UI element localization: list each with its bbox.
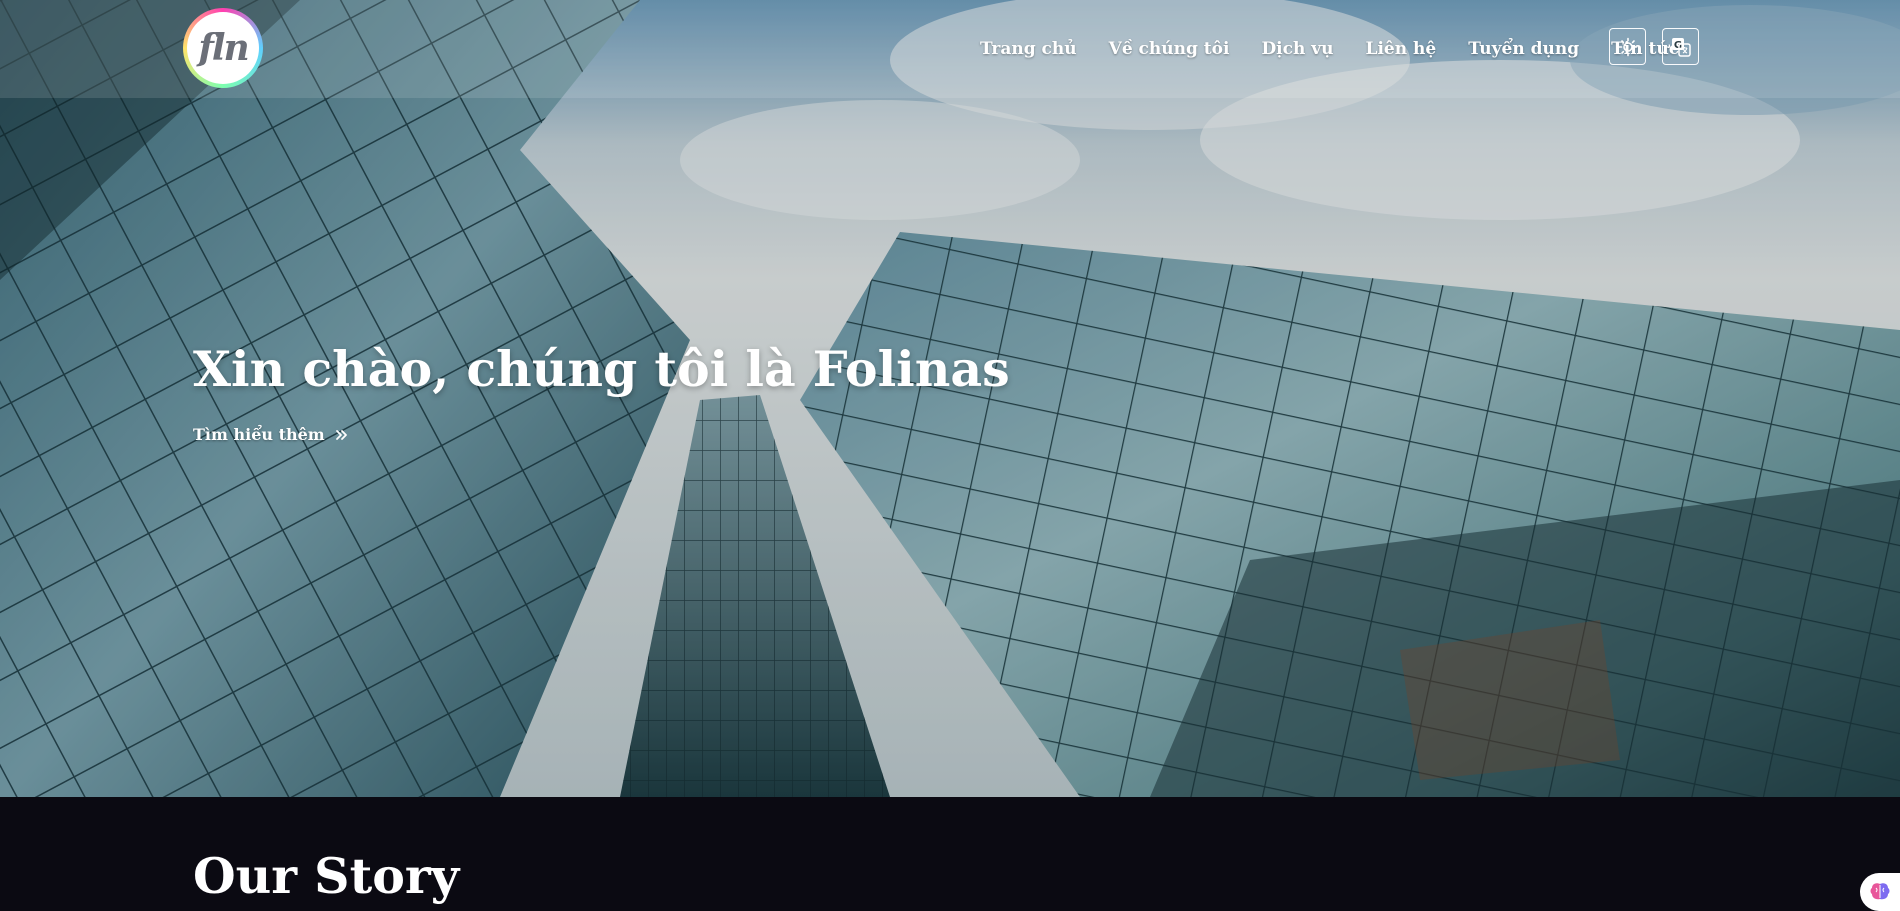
hero-title: Xin chào, chúng tôi là Folinas <box>193 340 1010 398</box>
learn-more-link[interactable]: Tìm hiểu thêm <box>193 425 349 444</box>
assistant-widget-button[interactable] <box>1860 873 1900 911</box>
story-heading: Our Story <box>193 847 460 905</box>
our-story-section: Our Story <box>0 797 1900 911</box>
learn-more-label: Tìm hiểu thêm <box>193 425 325 444</box>
page: fln Trang chủ Về chúng tôi Dịch vụ Liên … <box>0 0 1900 911</box>
nav-item-careers[interactable]: Tuyển dụng <box>1468 39 1579 59</box>
logo-text: fln <box>187 12 259 84</box>
svg-text:G: G <box>1673 40 1681 51</box>
main-nav: Trang chủ Về chúng tôi Dịch vụ Liên hệ T… <box>980 34 1711 64</box>
hero-section: fln Trang chủ Về chúng tôi Dịch vụ Liên … <box>0 0 1900 797</box>
language-button[interactable]: G <box>1662 28 1699 65</box>
translate-icon: G <box>1671 37 1691 57</box>
nav-item-about[interactable]: Về chúng tôi <box>1109 39 1230 59</box>
nav-item-contact[interactable]: Liên hệ <box>1366 39 1437 59</box>
double-chevron-right-icon <box>335 429 347 440</box>
theme-toggle-button[interactable] <box>1609 28 1646 65</box>
nav-item-services[interactable]: Dịch vụ <box>1261 39 1333 59</box>
sun-icon <box>1618 37 1637 56</box>
hero-background-image <box>0 0 1900 797</box>
folinas-logo[interactable]: fln <box>183 8 263 88</box>
nav-item-home[interactable]: Trang chủ <box>980 39 1077 59</box>
brain-icon <box>1870 883 1890 900</box>
